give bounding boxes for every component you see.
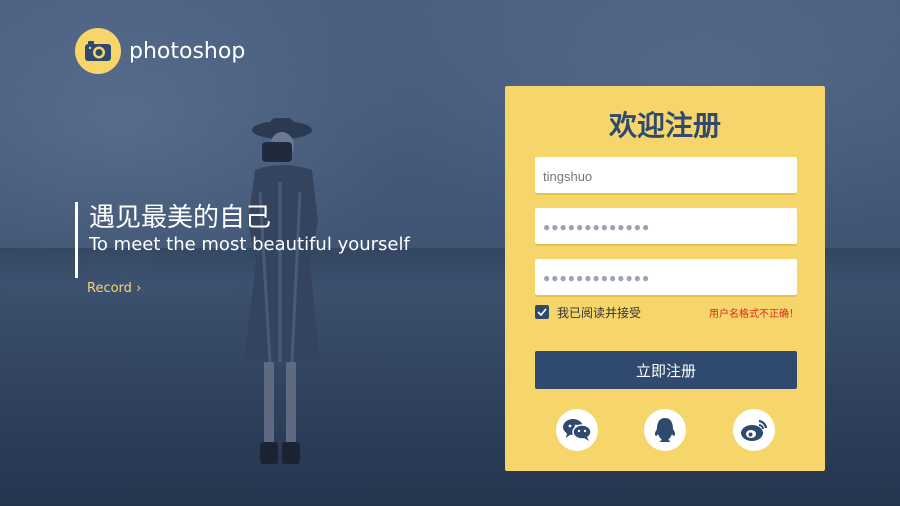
- weibo-icon: [741, 419, 768, 441]
- register-title: 欢迎注册: [608, 109, 721, 142]
- username-field[interactable]: tingshuo: [535, 157, 797, 195]
- agreement-label: 我已阅读并接受: [557, 305, 642, 320]
- record-link-label: Record: [87, 281, 132, 296]
- username-error: 用户名格式不正确！: [709, 308, 799, 320]
- register-panel: 欢迎注册 tingshuo ●●●●●●●●●●●●● ●●●●●●●●●●●●…: [505, 86, 825, 471]
- weibo-login-button[interactable]: [733, 409, 775, 451]
- woman-photographer-silhouette: [244, 118, 320, 464]
- qq-login-button[interactable]: [644, 409, 686, 451]
- wechat-login-button[interactable]: [556, 409, 598, 451]
- register-button[interactable]: 立即注册: [535, 351, 797, 389]
- qq-icon: [654, 418, 676, 442]
- wechat-icon: [563, 419, 592, 441]
- register-button-label: 立即注册: [635, 361, 696, 380]
- record-link[interactable]: Record ›: [87, 281, 141, 296]
- brand-logo[interactable]: photoshop: [75, 28, 245, 74]
- hero-title-en: To meet the most beautiful yourself: [89, 234, 410, 255]
- hero-title-cn: 遇见最美的自己: [89, 203, 272, 233]
- password-field[interactable]: ●●●●●●●●●●●●●: [535, 208, 797, 246]
- check-icon: [537, 308, 547, 316]
- agreement-checkbox-group[interactable]: 我已阅读并接受: [535, 304, 641, 321]
- username-value: tingshuo: [543, 168, 593, 184]
- agreement-checkbox[interactable]: [535, 305, 549, 319]
- password-value: ●●●●●●●●●●●●●: [543, 220, 651, 234]
- confirm-password-field[interactable]: ●●●●●●●●●●●●●: [535, 259, 797, 297]
- brand-name: photoshop: [129, 38, 246, 64]
- camera-icon: [75, 28, 121, 74]
- hero-tagline: 遇见最美的自己 To meet the most beautiful yours…: [75, 202, 410, 278]
- confirm-password-value: ●●●●●●●●●●●●●: [543, 271, 651, 285]
- agreement-row: 我已阅读并接受 用户名格式不正确！: [535, 303, 799, 321]
- chevron-right-icon: ›: [136, 281, 142, 296]
